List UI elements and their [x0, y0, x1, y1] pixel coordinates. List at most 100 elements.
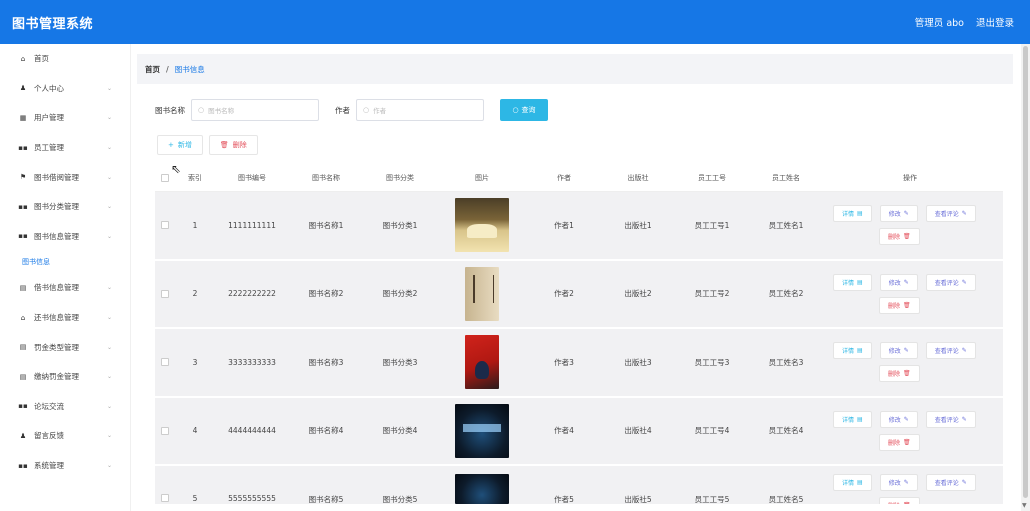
book-cover-image[interactable] — [455, 474, 509, 504]
row-delete-button[interactable]: 删除🗑 — [879, 433, 920, 451]
cell-publisher: 出版社5 — [624, 495, 652, 504]
sidebar-item[interactable]: ▤ 借书信息管理 ⌄ — [0, 273, 130, 303]
cell-book-code: 4444444444 — [228, 426, 276, 436]
view-comments-button[interactable]: 查看评论 ✎ — [925, 273, 976, 291]
view-comments-button[interactable]: 查看评论 ✎ — [925, 410, 976, 428]
sidebar-item-label: 还书信息管理 — [34, 313, 79, 323]
bank-icon: ⌂ — [20, 313, 26, 322]
sidebar-item[interactable]: ▪▪ 图书信息管理 ⌄ — [0, 222, 130, 252]
sidebar-item[interactable]: ♟ 个人中心 ⌄ — [0, 74, 130, 104]
edit-button[interactable]: 修改 ✎ — [879, 410, 918, 428]
sidebar-item[interactable]: ▪▪ 系统管理 ⌄ — [0, 451, 130, 481]
view-comments-button[interactable]: 查看评论 ✎ — [925, 205, 976, 223]
cell-book-code: 3333333333 — [228, 357, 276, 367]
detail-button[interactable]: 详情 ▤ — [833, 342, 872, 360]
sidebar-item[interactable]: ▪▪ 员工管理 ⌄ — [0, 133, 130, 163]
edit-icon: ✎ — [903, 278, 909, 286]
detail-button-label: 详情 — [842, 348, 855, 356]
row-delete-button[interactable]: 删除🗑 — [879, 497, 920, 506]
book-table: 索引 图书编号 图书名称 图书分类 图片 作者 出版社 员工工号 员工姓名 操作… — [155, 164, 1003, 506]
edit-button[interactable]: 修改 ✎ — [879, 205, 918, 223]
view-comments-button[interactable]: 查看评论 ✎ — [925, 474, 976, 491]
row-delete-button[interactable]: 删除🗑 — [879, 296, 920, 314]
edit-icon: ✎ — [903, 479, 909, 486]
table-body: 1 1111111111 图书名称1 图书分类1 作者1 出版社1 员工工号1 员工姓名1 详情… — [155, 192, 1003, 506]
cell-book-name: 图书名称4 — [308, 426, 344, 436]
cell-book-name: 图书名称3 — [308, 357, 344, 367]
col-header-actions: 操作 — [903, 173, 917, 182]
grid-icon: ▪▪ — [18, 402, 28, 411]
chevron-down-icon: ⌄ — [106, 343, 112, 351]
sidebar-item[interactable]: ⌂ 首页 — [0, 44, 130, 74]
breadcrumb-home[interactable]: 首页 — [145, 64, 160, 75]
chevron-down-icon: ⌄ — [106, 314, 112, 322]
edit-icon: ✎ — [903, 210, 909, 218]
book-name-input[interactable]: ○ 图书名称 — [191, 99, 319, 121]
row-delete-button[interactable]: 删除🗑 — [879, 365, 920, 383]
row-checkbox[interactable] — [161, 358, 169, 367]
trash-icon: 🗑 — [903, 438, 911, 446]
view-comments-button[interactable]: 查看评论 ✎ — [925, 342, 976, 360]
row-actions: 详情▤修改✎查看评论✎删除🗑 — [823, 205, 997, 246]
edit-button[interactable]: 修改 ✎ — [879, 342, 918, 360]
author-placeholder: 作者 — [373, 107, 387, 115]
sidebar-subitem-book-info[interactable]: 图书信息 — [0, 251, 130, 273]
author-input[interactable]: ○ 作者 — [356, 99, 484, 121]
row-checkbox[interactable] — [161, 426, 169, 435]
view-comments-button-label: 查看评论 — [934, 211, 959, 219]
sidebar-item[interactable]: ▦ 用户管理 ⌄ — [0, 103, 130, 133]
author-label: 作者 — [335, 105, 350, 115]
edit-icon: ✎ — [961, 210, 967, 218]
row-checkbox[interactable] — [161, 494, 169, 502]
book-cover-image[interactable] — [455, 403, 509, 458]
cell-image — [437, 403, 527, 458]
plus-icon: + — [168, 141, 174, 149]
row-checkbox[interactable] — [161, 289, 169, 298]
current-user-label: 管理员 abo — [914, 18, 964, 29]
col-header-publisher: 出版社 — [627, 173, 649, 182]
row-actions: 详情▤ 修改✎ 查看评论✎ 删除🗑 — [823, 474, 997, 506]
book-cover-image[interactable] — [455, 198, 509, 253]
sidebar-item[interactable]: ▪▪ 图书分类管理 ⌄ — [0, 192, 130, 222]
edit-button[interactable]: 修改 ✎ — [879, 474, 918, 491]
delete-button[interactable]: 🗑 删除 — [208, 135, 258, 155]
select-all-checkbox[interactable] — [161, 173, 169, 182]
page-scrollbar[interactable]: ▼ — [1021, 44, 1030, 511]
book-cover-image[interactable] — [465, 335, 499, 390]
delete-button-label: 删除 — [232, 141, 247, 149]
sidebar-item[interactable]: ▤ 缴纳罚金管理 ⌄ — [0, 362, 130, 392]
sidebar-item-label: 缴纳罚金管理 — [34, 372, 79, 382]
detail-button[interactable]: 详情 ▤ — [833, 474, 872, 491]
sidebar-item[interactable]: ⌂ 还书信息管理 ⌄ — [0, 303, 130, 333]
edit-button[interactable]: 修改 ✎ — [879, 273, 918, 291]
add-button[interactable]: + 新增 — [157, 135, 203, 155]
detail-button-label: 详情 — [842, 211, 855, 219]
sidebar-item-label: 罚金类型管理 — [34, 342, 79, 352]
cell-category: 图书分类1 — [382, 220, 418, 230]
row-delete-button[interactable]: 删除🗑 — [879, 228, 920, 246]
query-button[interactable]: ○ 查询 — [500, 99, 548, 121]
table-row: 3 3333333333 图书名称3 图书分类3 作者3 出版社3 员工工号3 员工姓名3 详情… — [155, 329, 1003, 398]
row-delete-button-label: 删除 — [888, 302, 901, 310]
sidebar-item[interactable]: ♟ 留言反馈 ⌄ — [0, 421, 130, 451]
sidebar-item[interactable]: ▤ 罚金类型管理 ⌄ — [0, 332, 130, 362]
table-row: 5 5555555555 图书名称5 图书分类5 作者5 出版社5 员工工号5 员工姓名5 详情… — [155, 466, 1003, 506]
row-select-cell — [155, 426, 175, 435]
detail-button[interactable]: 详情 ▤ — [833, 410, 872, 428]
sidebar-item[interactable]: ⚑ 图书借阅管理 ⌄ — [0, 162, 130, 192]
sidebar-item-label: 图书分类管理 — [34, 202, 79, 212]
cell-author: 作者4 — [554, 426, 574, 436]
detail-button[interactable]: 详情 ▤ — [833, 205, 872, 223]
sidebar-item-label: 论坛交流 — [34, 401, 64, 411]
logout-link[interactable]: 退出登录 — [976, 15, 1014, 29]
app-title: 图书管理系统 — [12, 16, 94, 32]
trash-icon: 🗑 — [903, 370, 911, 378]
detail-button[interactable]: 详情 ▤ — [833, 273, 872, 291]
scrollbar-thumb[interactable] — [1023, 46, 1028, 498]
row-checkbox[interactable] — [161, 221, 169, 230]
sidebar-item[interactable]: ▪▪ 论坛交流 ⌄ — [0, 392, 130, 422]
book-cover-image[interactable] — [465, 266, 499, 321]
scroll-down-arrow-icon[interactable]: ▼ — [1022, 502, 1027, 509]
trash-icon: 🗑 — [903, 502, 911, 506]
cell-index: 1 — [192, 220, 198, 230]
